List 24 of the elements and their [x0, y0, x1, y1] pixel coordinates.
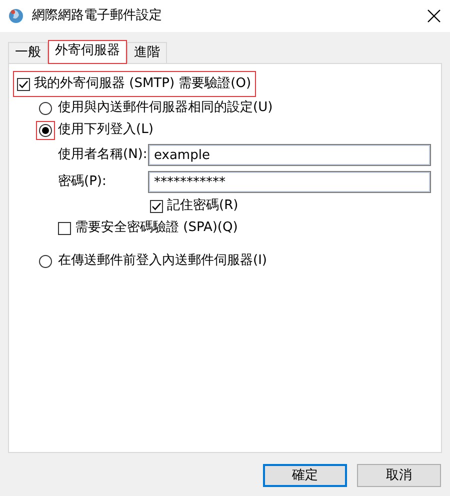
tab[interactable]: 外寄伺服器 — [48, 40, 127, 64]
globe-icon — [8, 8, 24, 24]
radio-label: 使用與內送郵件伺服器相同的設定(U) — [58, 99, 273, 118]
radio-button[interactable] — [37, 100, 54, 116]
close-icon[interactable] — [426, 8, 442, 24]
checkbox[interactable] — [58, 222, 71, 234]
radio-button[interactable] — [37, 252, 54, 270]
checkbox-label: 我的外寄伺服器 (SMTP) 需要驗證(O) — [34, 75, 252, 94]
field-label: 使用者名稱(N): — [58, 146, 148, 164]
field-label: 密碼(P): — [58, 173, 108, 192]
window-title: 網際網路電子郵件設定 — [32, 7, 162, 26]
username-field[interactable]: example — [148, 144, 431, 166]
dialog-button[interactable]: 確定 — [263, 464, 347, 487]
checkbox-label: 需要安全密碼驗證 (SPA)(Q) — [75, 219, 238, 238]
dialog-button[interactable]: 取消 — [357, 464, 441, 487]
checkbox[interactable] — [17, 78, 30, 90]
radio-label: 在傳送郵件前登入內送郵件伺服器(I) — [58, 252, 267, 270]
tab[interactable]: 一般 — [8, 42, 48, 63]
checkbox[interactable] — [150, 200, 163, 212]
tab[interactable]: 進階 — [127, 42, 167, 63]
password-field[interactable]: *********** — [148, 171, 431, 193]
radio-label: 使用下列登入(L) — [58, 121, 154, 140]
checkbox-label: 記住密碼(R) — [167, 197, 238, 216]
radio-button[interactable] — [37, 122, 54, 138]
